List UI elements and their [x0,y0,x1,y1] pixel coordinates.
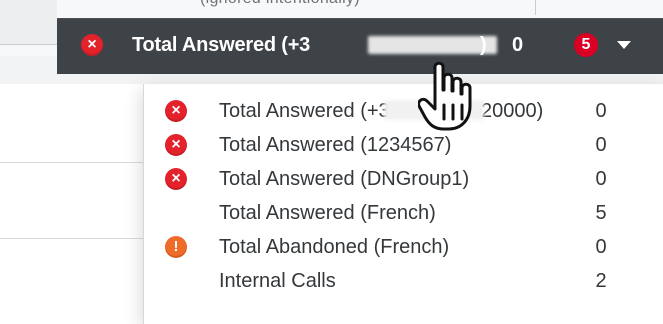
error-icon: × [165,134,187,156]
chevron-down-icon[interactable] [617,41,631,49]
dropdown-item-value: 2 [595,270,607,292]
dropdown-item-value: 0 [595,134,607,156]
dropdown-item-internal-calls[interactable]: Internal Calls 2 [144,264,663,298]
error-icon: × [165,100,187,122]
dropdown-item-label: Total Answered (DNGroup1) [219,168,470,190]
dropdown-item-value: 0 [595,168,607,190]
background-left-panel [0,0,57,45]
dropdown-item-total-answered-1234567[interactable]: × Total Answered (1234567) 0 [144,128,663,162]
dropdown-item-total-answered-phone[interactable]: × Total Answered (+3 8020000) 0 [144,94,663,128]
kpi-label-prefix: Total Answered (+3 [132,34,311,56]
warning-icon: ! [165,236,187,258]
background-row-divider [0,162,143,163]
dropdown-item-value: 0 [595,100,607,122]
alert-count-badge: 5 [574,33,598,57]
background-clipped-text: (ignored intentionally) [200,0,460,8]
kpi-label-suffix: ) [480,34,487,56]
dropdown-item-total-answered-french[interactable]: Total Answered (French) 5 [144,196,663,230]
kpi-value: 0 [512,34,524,56]
error-icon: × [81,34,103,56]
dropdown-item-label: Total Answered (+3 8020000) [219,100,543,122]
dropdown-item-value: 5 [595,202,607,224]
redacted-phone-number [384,100,484,120]
redacted-phone-number [368,36,497,54]
dropdown-item-label: Total Answered (1234567) [219,134,452,156]
dropdown-item-label: Total Answered (French) [219,202,436,224]
kpi-summary-bar[interactable]: × Total Answered (+3 ) 0 5 [57,18,663,74]
background-table-area [0,84,144,324]
dropdown-item-label-prefix: Total Answered (+3 [219,100,390,122]
dropdown-item-total-abandoned-french[interactable]: ! Total Abandoned (French) 0 [144,230,663,264]
dropdown-item-label: Internal Calls [219,270,336,292]
kpi-dropdown-menu[interactable]: × Total Answered (+3 8020000) 0 × Total … [143,84,663,324]
background-divider [535,0,536,15]
dropdown-item-value: 0 [595,236,607,258]
background-row-divider [0,238,143,239]
dropdown-item-label: Total Abandoned (French) [219,236,450,258]
dropdown-item-total-answered-dngroup1[interactable]: × Total Answered (DNGroup1) 0 [144,162,663,196]
error-icon: × [165,168,187,190]
kpi-label: Total Answered (+3 [132,34,310,56]
